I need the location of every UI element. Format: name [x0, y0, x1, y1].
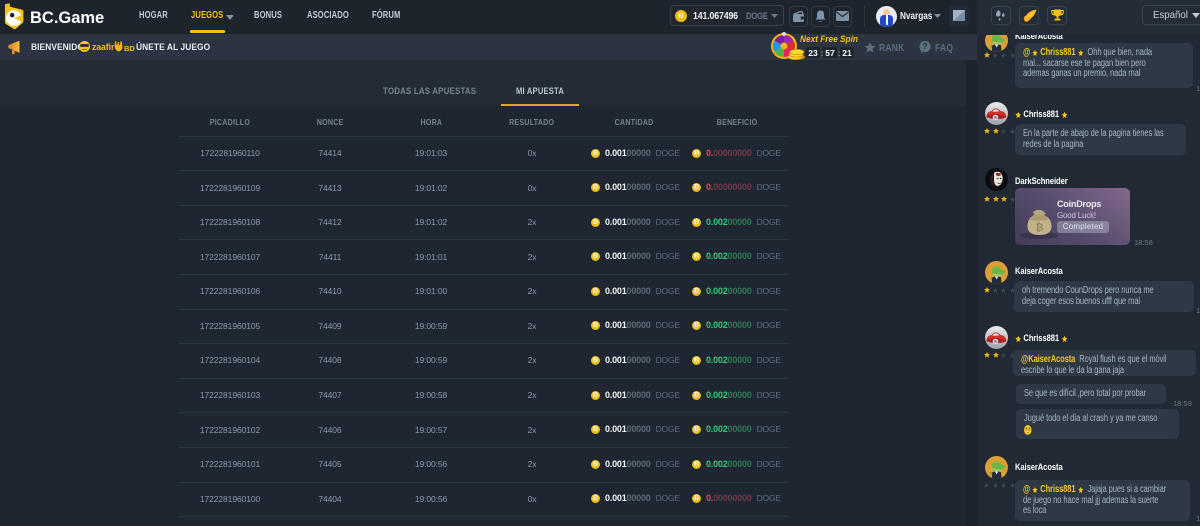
svg-text:₿: ₿	[1035, 222, 1043, 234]
svg-text:?: ?	[923, 42, 928, 51]
svg-text:B: B	[1025, 17, 1030, 23]
